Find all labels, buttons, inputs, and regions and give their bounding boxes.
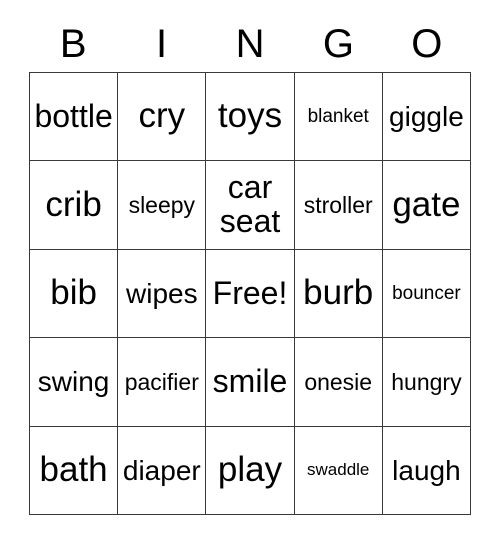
bingo-header-letter-o: O [411, 22, 443, 66]
bingo-header-letter-i: I [156, 22, 168, 66]
bingo-header-letter-g: G [322, 22, 354, 66]
bingo-header-row: B I N G O [29, 16, 471, 72]
bingo-cell[interactable]: hungry [382, 338, 472, 427]
bingo-cell[interactable]: bottle [30, 73, 119, 162]
bingo-cell-label: crib [45, 184, 102, 224]
bingo-cell[interactable]: bib [30, 249, 119, 339]
bingo-row: bath diaper play swaddle laugh [30, 426, 472, 515]
bingo-cell-label: hungry [391, 368, 462, 395]
bingo-cell-label: gate [392, 184, 461, 224]
bingo-cell-free-space[interactable]: Free! [206, 249, 295, 339]
bingo-cell[interactable]: swaddle [294, 426, 383, 515]
bingo-row: crib sleepy car seat stroller gate [30, 161, 472, 250]
bingo-cell-label: swing [37, 366, 110, 398]
bingo-cell[interactable]: giggle [382, 73, 472, 162]
bingo-cell[interactable]: onesie [294, 338, 383, 427]
bingo-cell-label: play [217, 449, 283, 489]
bingo-cell[interactable]: pacifier [118, 338, 207, 427]
bingo-cell-label: diaper [122, 454, 201, 486]
bingo-cell[interactable]: gate [382, 161, 472, 250]
bingo-cell[interactable]: car seat [206, 161, 295, 250]
bingo-cell-label: smile [212, 363, 288, 400]
bingo-cell[interactable]: toys [206, 73, 295, 162]
bingo-cell[interactable]: sleepy [118, 161, 207, 250]
bingo-row: bib wipes Free! burb bouncer [30, 249, 472, 339]
bingo-cell-label: laugh [392, 454, 461, 486]
bingo-cell[interactable]: stroller [294, 161, 383, 250]
bingo-cell-label: bath [39, 449, 108, 489]
bingo-cell[interactable]: bouncer [382, 249, 472, 339]
bingo-grid: bottle cry toys blanket giggle crib slee… [29, 72, 472, 515]
bingo-cell[interactable]: cry [118, 73, 207, 162]
bingo-cell[interactable]: blanket [294, 73, 383, 162]
bingo-header-letter-n: N [235, 22, 265, 66]
bingo-cell-label: cry [138, 96, 186, 136]
bingo-cell-label: bouncer [392, 282, 461, 304]
bingo-cell[interactable]: crib [30, 161, 119, 250]
bingo-cell-label: pacifier [124, 368, 199, 395]
bingo-cell-label: blanket [307, 105, 369, 127]
bingo-cell-label: giggle [389, 101, 464, 132]
bingo-cell-label: swaddle [307, 460, 370, 480]
bingo-cell[interactable]: burb [294, 249, 383, 339]
bingo-free-space-label: Free! [212, 274, 288, 311]
bingo-cell-label: wipes [126, 277, 198, 309]
bingo-card: B I N G O bottle cry toys blanket giggle… [0, 0, 500, 544]
bingo-cell-label: car seat [219, 169, 281, 240]
bingo-cell-label: stroller [303, 192, 373, 219]
bingo-cell-label: bib [50, 273, 97, 313]
bingo-header-letter-b: B [59, 22, 87, 66]
bingo-row: swing pacifier smile onesie hungry [30, 338, 472, 427]
bingo-cell[interactable]: wipes [118, 249, 207, 339]
bingo-cell-label: bottle [34, 97, 113, 134]
bingo-cell[interactable]: swing [30, 338, 119, 427]
bingo-cell-label: sleepy [128, 192, 196, 219]
bingo-cell-label: onesie [304, 368, 373, 395]
bingo-cell[interactable]: smile [206, 338, 295, 427]
bingo-row: bottle cry toys blanket giggle [30, 73, 472, 162]
bingo-cell-label: toys [217, 96, 283, 136]
bingo-cell-label: burb [303, 273, 374, 313]
bingo-cell[interactable]: bath [30, 426, 119, 515]
bingo-cell[interactable]: laugh [382, 426, 472, 515]
bingo-cell[interactable]: diaper [118, 426, 207, 515]
bingo-cell[interactable]: play [206, 426, 295, 515]
